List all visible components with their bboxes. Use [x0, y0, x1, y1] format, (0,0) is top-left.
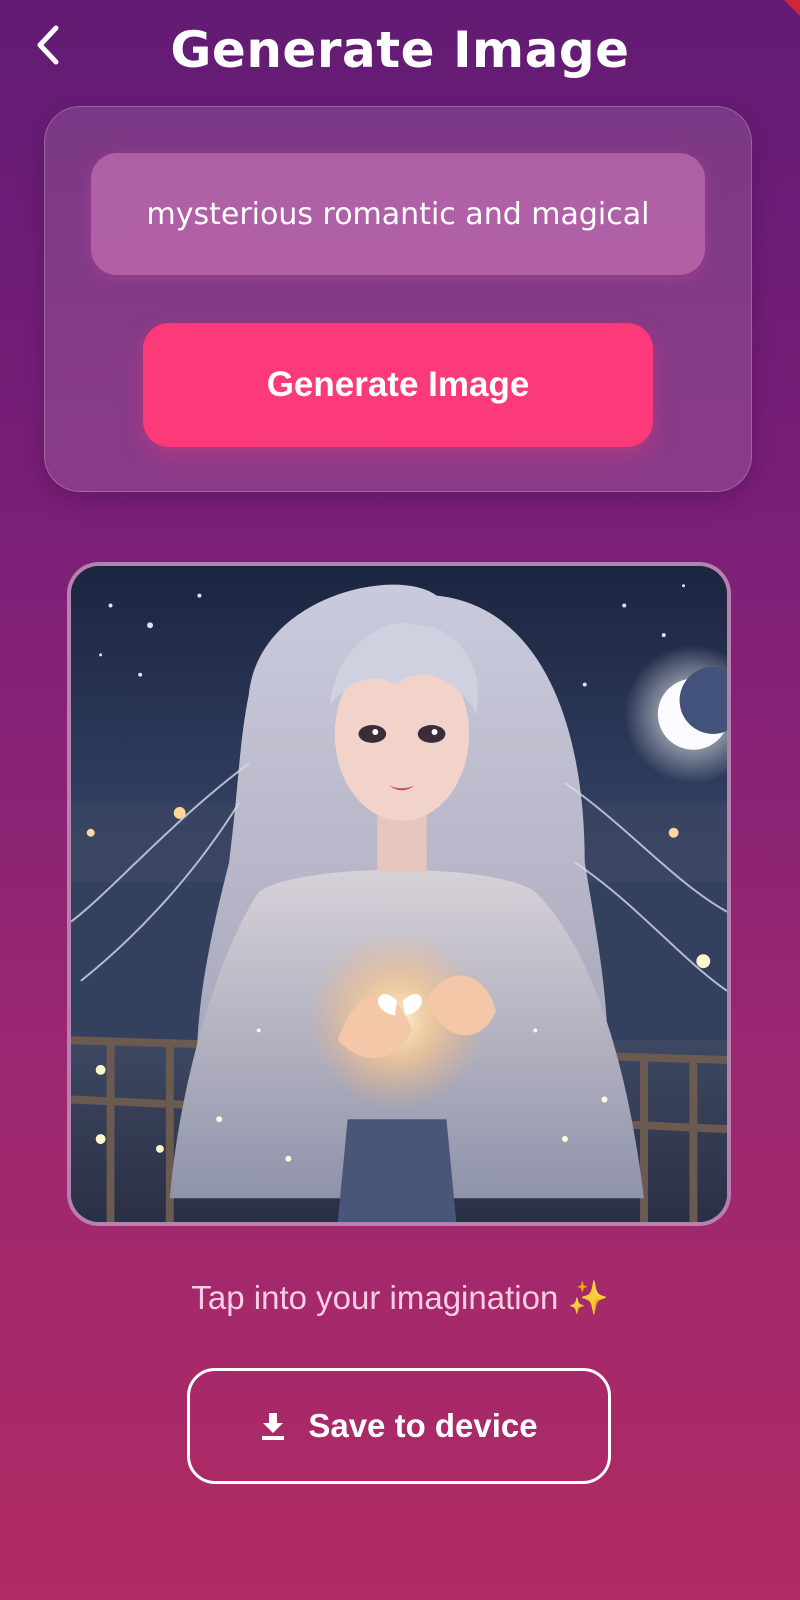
generate-image-button[interactable]: Generate Image — [143, 323, 653, 447]
save-to-device-label: Save to device — [308, 1407, 538, 1444]
page-title: Generate Image — [170, 21, 630, 79]
download-icon — [260, 1411, 286, 1441]
save-to-device-button[interactable]: Save to device — [187, 1368, 611, 1484]
generated-image — [67, 562, 731, 1226]
prompt-card: Generate Image — [44, 106, 752, 492]
tagline: Tap into your imagination ✨ — [191, 1279, 609, 1316]
generated-image-artwork — [71, 566, 727, 1222]
prompt-input[interactable] — [91, 153, 705, 275]
